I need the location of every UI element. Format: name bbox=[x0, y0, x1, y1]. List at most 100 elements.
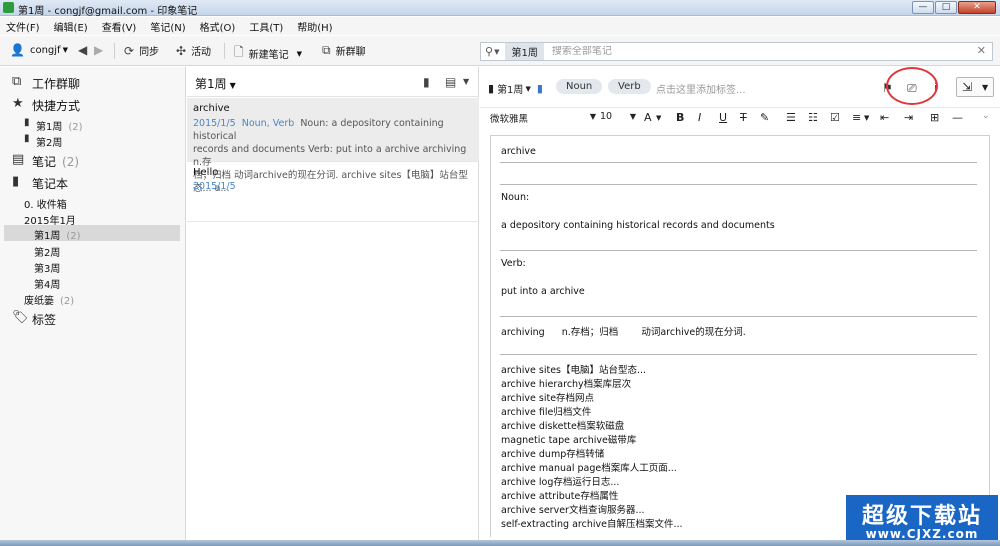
clear-search-icon[interactable]: ✕ bbox=[977, 44, 986, 57]
italic-icon[interactable]: I bbox=[698, 111, 701, 124]
watermark-line1: 超级下载站 bbox=[861, 504, 982, 529]
chevron-down-icon: ▼ bbox=[629, 112, 636, 121]
window-controls: — □ ✕ bbox=[912, 1, 996, 14]
strikethrough-icon[interactable]: T bbox=[740, 111, 747, 124]
title-bar: 第1周 - congjf@gmail.com - 印象笔记 — □ ✕ bbox=[0, 0, 1000, 17]
sidebar-item-week2[interactable]: 第2周 bbox=[0, 243, 186, 259]
sync-button[interactable]: ⟳ 同步 bbox=[124, 43, 159, 59]
tag-chip-verb[interactable]: Verb bbox=[608, 79, 651, 94]
phrase-item: self-extracting archive自解压档案文件... bbox=[501, 519, 683, 530]
search-icon[interactable]: ⚲ bbox=[485, 45, 493, 58]
sidebar-item-shortcuts[interactable]: ★ 快捷方式 bbox=[0, 95, 186, 113]
note-date: 2015/1/5 bbox=[193, 118, 236, 129]
sidebar-item-notebooks[interactable]: ▮ 笔记本 bbox=[0, 173, 186, 191]
sidebar-item-label: 工作群聊 bbox=[32, 77, 81, 91]
phrase-item: archive server文档查询服务器... bbox=[501, 505, 645, 516]
bold-icon[interactable]: B bbox=[676, 111, 684, 124]
minimize-button[interactable]: — bbox=[912, 1, 934, 14]
view-options-icon[interactable]: ▤ bbox=[445, 75, 456, 89]
menu-edit[interactable]: 编辑(E) bbox=[54, 19, 88, 34]
note-content-area[interactable]: archive Noun: a depository containing hi… bbox=[490, 135, 990, 537]
menu-file[interactable]: 文件(F) bbox=[6, 19, 40, 34]
note-count: (2) bbox=[62, 155, 80, 169]
font-size-select[interactable]: 10 ▼ bbox=[600, 111, 636, 126]
os-taskbar bbox=[0, 540, 1000, 546]
chevron-down-icon: ▼ bbox=[982, 83, 989, 92]
checkbox-icon[interactable]: ☑ bbox=[830, 111, 840, 124]
note-list-header: 第1周 ▼ ▮ ▤ ▼ bbox=[187, 67, 479, 97]
sidebar-item-stack[interactable]: 2015年1月 bbox=[0, 211, 186, 227]
site-watermark-logo: 超级下载站 www.CJXZ.com bbox=[846, 495, 998, 544]
chevron-down-icon[interactable]: ▼ bbox=[864, 114, 869, 122]
menu-tools[interactable]: 工具(T) bbox=[249, 19, 283, 34]
indent-icon[interactable]: ⇥ bbox=[904, 111, 913, 124]
notebook-info-icon[interactable]: ▮ bbox=[423, 75, 430, 89]
sidebar-item-tags[interactable]: 🏷 标签 bbox=[0, 309, 186, 327]
archiving-line: archiving n.存档；归档 动词archive的现在分词. bbox=[501, 324, 746, 338]
notebook-selector[interactable]: ▮ 第1周 ▼ ▮ bbox=[488, 81, 543, 96]
toolbar-divider bbox=[224, 43, 225, 59]
phrase-item: archive site存档网点 bbox=[501, 393, 595, 404]
back-arrow-icon: ◀ bbox=[78, 43, 88, 57]
new-chat-button[interactable]: ⧉ 新群聊 bbox=[322, 43, 366, 58]
note-count: (2) bbox=[60, 296, 75, 307]
share-button[interactable]: ⇲ ▼ bbox=[956, 77, 994, 97]
horizontal-rule-icon[interactable]: — bbox=[952, 111, 963, 124]
chevron-down-icon[interactable]: ▼ bbox=[463, 77, 469, 86]
archiving-word: archiving bbox=[501, 327, 545, 338]
sidebar-item-week1[interactable]: 第1周 (2) bbox=[4, 225, 180, 242]
tag-chip-noun[interactable]: Noun bbox=[556, 79, 603, 94]
sidebar-item-label: 笔记 bbox=[32, 155, 57, 169]
note-count: (2) bbox=[68, 122, 83, 133]
sidebar-item-label: 第4周 bbox=[34, 280, 61, 291]
chevron-down-icon[interactable]: ▼ bbox=[656, 114, 661, 122]
search-scope-chip[interactable]: 第1周 bbox=[505, 43, 544, 60]
chevron-down-icon[interactable]: ▼ bbox=[494, 48, 499, 56]
underline-icon[interactable]: U bbox=[719, 111, 727, 124]
maximize-button[interactable]: □ bbox=[935, 1, 957, 14]
font-family-select[interactable]: 微软雅黑 ▼ bbox=[490, 111, 596, 126]
window-title: 第1周 - congjf@gmail.com - 印象笔记 bbox=[18, 6, 198, 17]
sidebar-item-label: 笔记本 bbox=[32, 177, 69, 191]
sidebar-item-work-chat[interactable]: ⧉ 工作群聊 bbox=[0, 73, 186, 91]
close-button[interactable]: ✕ bbox=[958, 1, 996, 14]
lock-icon[interactable]: ▮ bbox=[537, 82, 543, 95]
new-note-icon: 🗋 bbox=[234, 45, 244, 59]
align-icon[interactable]: ≡ bbox=[852, 111, 861, 124]
phrase-item: archive manual page档案库人工页面... bbox=[501, 463, 677, 474]
archiving-pos: n.存档；归档 bbox=[561, 327, 619, 338]
new-note-button[interactable]: 🗋 新建笔记 ▼ bbox=[234, 43, 302, 64]
watermark-line2: www.CJXZ.com bbox=[865, 527, 979, 541]
note-list-title-dropdown[interactable]: 第1周 ▼ bbox=[195, 75, 236, 92]
font-color-icon[interactable]: A bbox=[644, 111, 652, 124]
sidebar-item-week4[interactable]: 第4周 bbox=[0, 275, 186, 291]
sidebar-item-notes[interactable]: ▤ 笔记 (2) bbox=[0, 151, 186, 169]
search-input[interactable] bbox=[551, 46, 972, 57]
highlighter-icon[interactable]: ✎ bbox=[760, 111, 769, 124]
sidebar-item-inbox[interactable]: 0. 收件箱 bbox=[0, 195, 186, 211]
activity-button[interactable]: ✣ 活动 bbox=[176, 43, 211, 59]
sidebar-item-shortcut-week1[interactable]: ▮ 第1周 (2) bbox=[0, 117, 186, 133]
add-tag-field[interactable]: 点击这里添加标签... bbox=[656, 81, 746, 96]
menu-view[interactable]: 查看(V) bbox=[102, 19, 137, 34]
sidebar-item-shortcut-week2[interactable]: ▮ 第2周 bbox=[0, 133, 186, 149]
table-icon[interactable]: ⊞ bbox=[930, 111, 939, 124]
note-count: (2) bbox=[66, 231, 81, 242]
user-menu-button[interactable]: 👤 congjf ▼ bbox=[10, 43, 68, 57]
sidebar-item-week3[interactable]: 第3周 bbox=[0, 259, 186, 275]
back-button[interactable]: ◀ bbox=[78, 43, 92, 57]
chevron-down-icon[interactable]: ▼ bbox=[297, 50, 302, 58]
menu-help[interactable]: 帮助(H) bbox=[297, 19, 332, 34]
chevron-down-icon: ▼ bbox=[229, 81, 236, 90]
note-list-item[interactable]: archive 2015/1/5 Noun, Verb Noun: a depo… bbox=[187, 98, 479, 194]
numbered-list-icon[interactable]: ☷ bbox=[808, 111, 818, 124]
bulleted-list-icon[interactable]: ☰ bbox=[786, 111, 796, 124]
menu-format[interactable]: 格式(O) bbox=[200, 19, 236, 34]
sidebar-item-trash[interactable]: 废纸篓 (2) bbox=[0, 291, 186, 307]
outdent-icon[interactable]: ⇤ bbox=[880, 111, 889, 124]
more-options-icon[interactable]: ⌄ bbox=[982, 111, 990, 121]
menu-note[interactable]: 笔记(N) bbox=[150, 19, 185, 34]
forward-button[interactable]: ▶ bbox=[94, 43, 108, 57]
note-list-item[interactable]: Hello 2015/1/5 bbox=[187, 162, 479, 222]
sidebar-item-label: 第2周 bbox=[36, 138, 63, 149]
